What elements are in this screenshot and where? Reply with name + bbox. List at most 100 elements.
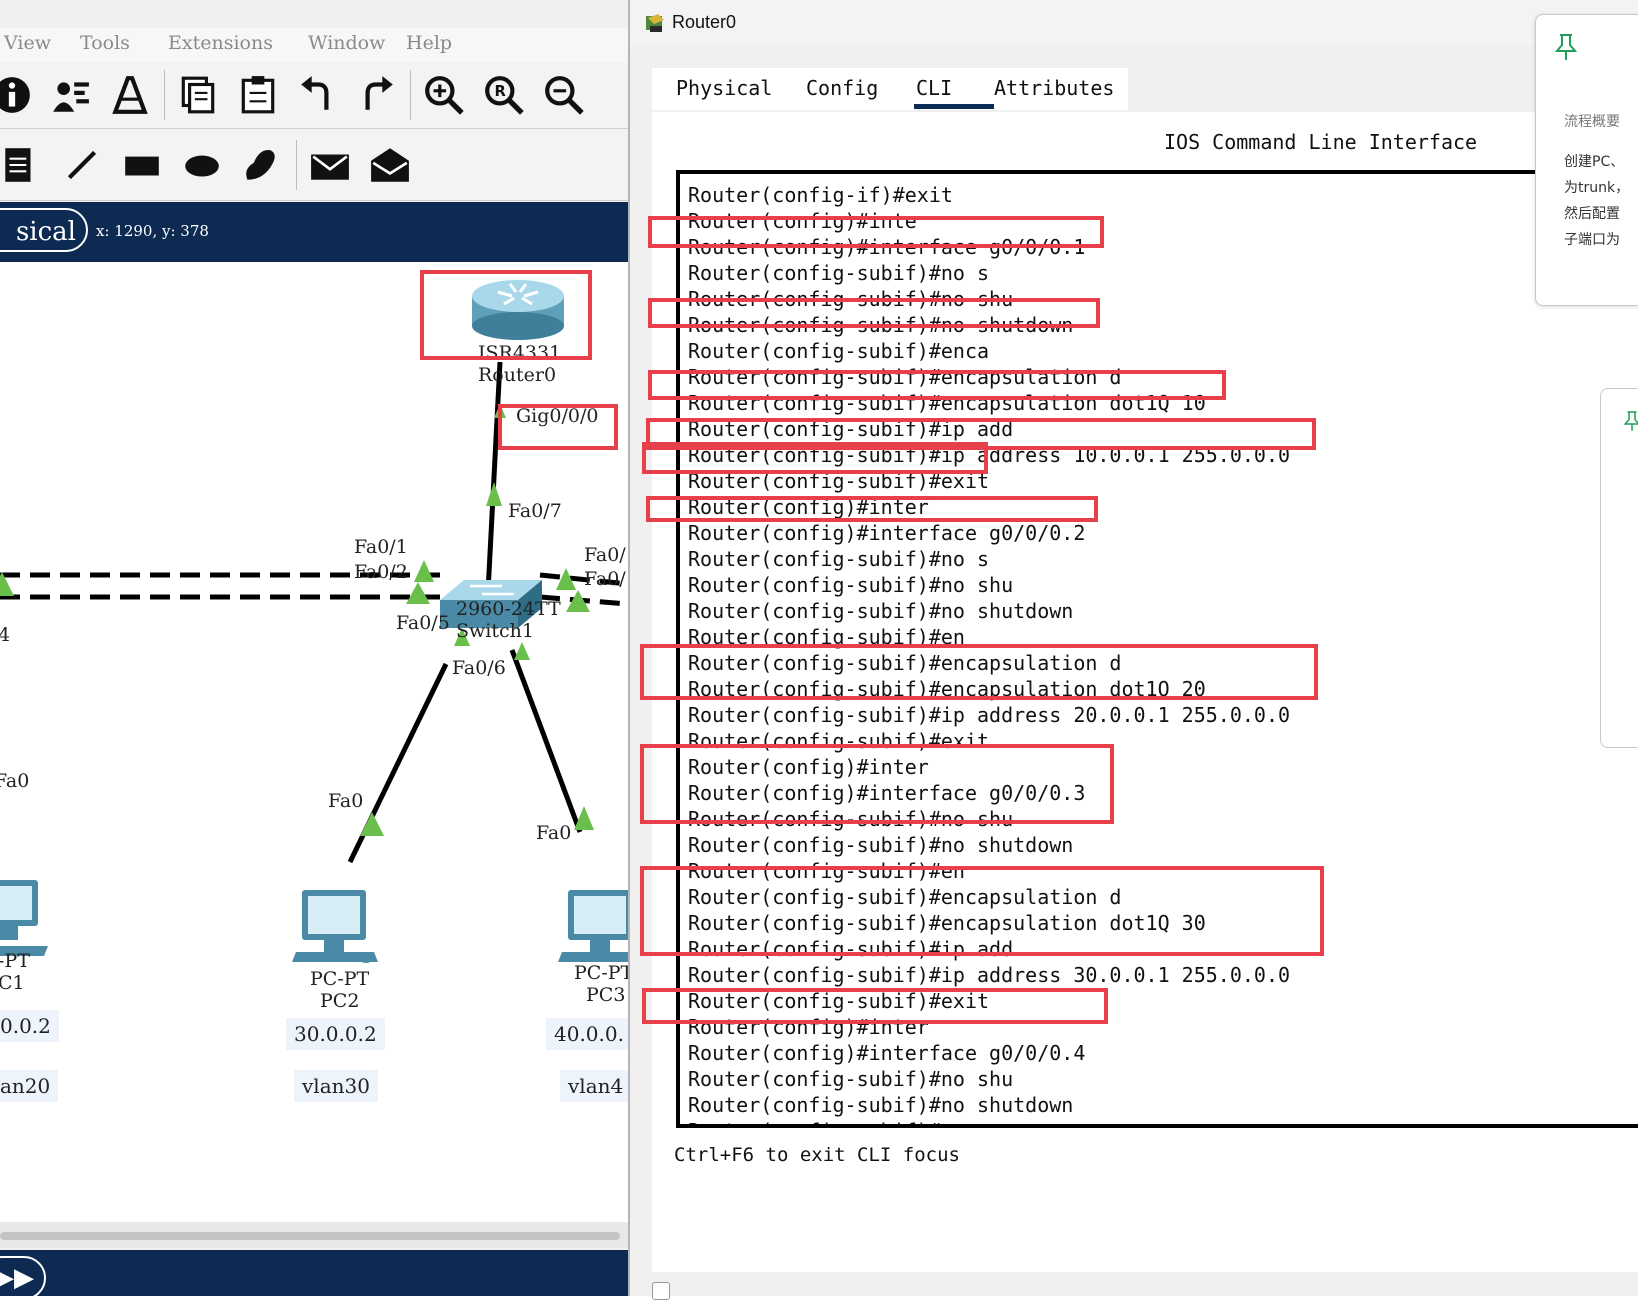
freeform-tool-icon[interactable] bbox=[236, 141, 284, 189]
cli-highlight-subif1 bbox=[648, 216, 1104, 248]
link-router-switch bbox=[485, 361, 503, 593]
cli-highlight-subif4 bbox=[642, 988, 1108, 1024]
ellipse-tool-icon[interactable] bbox=[178, 141, 226, 189]
window-titlebar[interactable]: Router0 bbox=[630, 0, 1638, 46]
pin-icon[interactable] bbox=[1623, 409, 1638, 433]
port-label-fa0-6: Fa0/6 bbox=[452, 657, 506, 679]
menu-extensions[interactable]: Extensions bbox=[168, 32, 273, 54]
checkbox-top[interactable] bbox=[652, 1282, 670, 1300]
cli-highlight-noshut1 bbox=[648, 298, 1100, 328]
zoom-reset-icon[interactable]: R bbox=[480, 71, 528, 119]
pc2-name-label: PC2 bbox=[320, 990, 360, 1012]
left-device-number-label: 4 bbox=[0, 624, 11, 646]
cli-heading: IOS Command Line Interface bbox=[1164, 130, 1478, 154]
fast-forward-icon[interactable]: ▶▶ bbox=[0, 1256, 46, 1296]
cli-highlight-dot1q20 bbox=[640, 644, 1318, 700]
note-line-1: 创建PC、 bbox=[1564, 154, 1625, 170]
pc2-type-label: PC-PT bbox=[310, 968, 370, 990]
pc3-ip-note[interactable]: 40.0.0. bbox=[546, 1018, 628, 1050]
workspace-mode-bar: sical x: 1290, y: 378 bbox=[0, 202, 628, 262]
switch-model-label: 2960-24TT bbox=[456, 598, 561, 620]
pc3-name-label: PC3 bbox=[586, 984, 626, 1006]
pin-icon[interactable] bbox=[1554, 33, 1578, 61]
cli-line: Router(config-subif)#no s bbox=[688, 547, 990, 571]
rectangle-tool-icon[interactable] bbox=[118, 141, 166, 189]
horizontal-scrollbar[interactable] bbox=[0, 1222, 628, 1248]
activity-wizard-icon[interactable] bbox=[106, 71, 154, 119]
menu-view[interactable]: View bbox=[4, 32, 51, 54]
line-tool-icon[interactable] bbox=[58, 141, 106, 189]
cli-line: Router(config)#interface g0/0/0.4 bbox=[688, 1041, 1086, 1065]
router-port-highlight-box bbox=[498, 404, 618, 450]
window-bottom bbox=[630, 1272, 1638, 1300]
pc1-vlan-note[interactable]: an20 bbox=[0, 1070, 59, 1102]
svg-text:R: R bbox=[495, 83, 507, 100]
cli-highlight-dot1q10 bbox=[648, 370, 1226, 400]
device-tabs: Physical Config CLI Attributes bbox=[652, 68, 1128, 110]
cli-line: Router(config-subif)#enca bbox=[688, 339, 990, 363]
tab-cli[interactable]: CLI bbox=[916, 76, 952, 100]
realtime-bar: ▶▶ bbox=[0, 1250, 628, 1296]
pc2-port-label: Fa0 bbox=[328, 790, 364, 812]
copy-icon[interactable] bbox=[174, 71, 222, 119]
pc2-vlan-note[interactable]: vlan30 bbox=[294, 1070, 378, 1102]
simple-pdu-icon[interactable] bbox=[306, 141, 354, 189]
main-toolbar: R bbox=[0, 62, 628, 129]
router-name-label: Router0 bbox=[478, 364, 557, 386]
port-label-fa0-1: Fa0/1 bbox=[354, 536, 408, 558]
side-note-card-2[interactable] bbox=[1600, 388, 1638, 748]
menu-help[interactable]: Help bbox=[406, 32, 452, 54]
horizontal-scrollbar-thumb[interactable] bbox=[0, 1232, 620, 1240]
menu-tools[interactable]: Tools bbox=[80, 32, 130, 54]
pc1-name-label: C1 bbox=[0, 972, 25, 994]
note-line-4: 子端口为 bbox=[1564, 232, 1620, 248]
physical-mode-button[interactable]: sical bbox=[0, 208, 88, 252]
note-icon[interactable] bbox=[0, 141, 44, 189]
redo-icon[interactable] bbox=[352, 71, 400, 119]
pc1-ip-note[interactable]: 0.0.2 bbox=[0, 1010, 59, 1042]
pc2-ip-note[interactable]: 30.0.0.2 bbox=[286, 1018, 385, 1050]
pc3-type-label: PC-PT bbox=[574, 962, 628, 984]
router-highlight-box bbox=[420, 270, 592, 360]
cli-line: Router(config-subif)#no shu bbox=[688, 573, 1014, 597]
switch-name-label: Switch1 bbox=[456, 620, 534, 642]
pc3-icon bbox=[558, 890, 628, 962]
menu-window[interactable]: Window bbox=[308, 32, 385, 54]
packet-tracer-main-window: View Tools Extensions Window Help R sica… bbox=[0, 0, 628, 1296]
cli-line: Router(config)#interface g0/0/0.2 bbox=[688, 521, 1086, 545]
port-label-right-top: Fa0/ bbox=[584, 544, 626, 566]
tab-config[interactable]: Config bbox=[806, 76, 878, 100]
cli-highlight-dot1q30 bbox=[640, 866, 1324, 956]
logical-workspace[interactable]: ISR4331 Router0 Gig0/0/0 Fa0/7 Fa0/1 Fa0… bbox=[0, 262, 628, 1222]
complex-pdu-icon[interactable] bbox=[366, 141, 414, 189]
window-title: Router0 bbox=[672, 12, 737, 32]
zoom-in-icon[interactable] bbox=[420, 71, 468, 119]
undo-icon[interactable] bbox=[294, 71, 342, 119]
cli-line: Router(config-subif)#no shutdown bbox=[688, 1093, 1074, 1117]
side-note-card[interactable]: 流程概要 创建PC、 为trunk， 然后配置 子端口为 bbox=[1535, 14, 1638, 306]
zoom-out-icon[interactable] bbox=[540, 71, 588, 119]
packet-tracer-app-icon bbox=[646, 14, 664, 32]
pc3-vlan-note[interactable]: vlan4 bbox=[560, 1070, 628, 1102]
cursor-coordinates: x: 1290, y: 378 bbox=[96, 222, 209, 240]
port-label-right-bottom: Fa0/ bbox=[584, 568, 626, 590]
cli-highlight-subif3 bbox=[640, 744, 1114, 824]
info-icon[interactable] bbox=[0, 71, 36, 119]
pc1-port-label: Fa0 bbox=[0, 770, 30, 792]
tab-physical[interactable]: Physical bbox=[676, 76, 772, 100]
cli-line: Router(config-subif)#no shutdown bbox=[688, 833, 1074, 857]
cli-line: Router(config-subif)#ip address 20.0.0.1… bbox=[688, 703, 1291, 727]
note-line-0: 流程概要 bbox=[1564, 114, 1620, 130]
cli-focus-hint: Ctrl+F6 to exit CLI focus bbox=[674, 1144, 960, 1166]
port-label-fa0-7: Fa0/7 bbox=[508, 500, 562, 522]
note-line-2: 为trunk， bbox=[1564, 180, 1630, 196]
cli-highlight-exit1 bbox=[642, 442, 988, 474]
port-label-fa0-5: Fa0/5 bbox=[396, 612, 450, 634]
network-info-icon[interactable] bbox=[46, 71, 94, 119]
port-label-fa0-2: Fa0/2 bbox=[354, 561, 408, 583]
paste-icon[interactable] bbox=[234, 71, 282, 119]
cli-line: Router(config-subif)#no shutdown bbox=[688, 599, 1074, 623]
active-tab-indicator bbox=[914, 104, 994, 109]
tab-attributes[interactable]: Attributes bbox=[994, 76, 1114, 100]
menu-bar: View Tools Extensions Window Help bbox=[0, 28, 628, 62]
